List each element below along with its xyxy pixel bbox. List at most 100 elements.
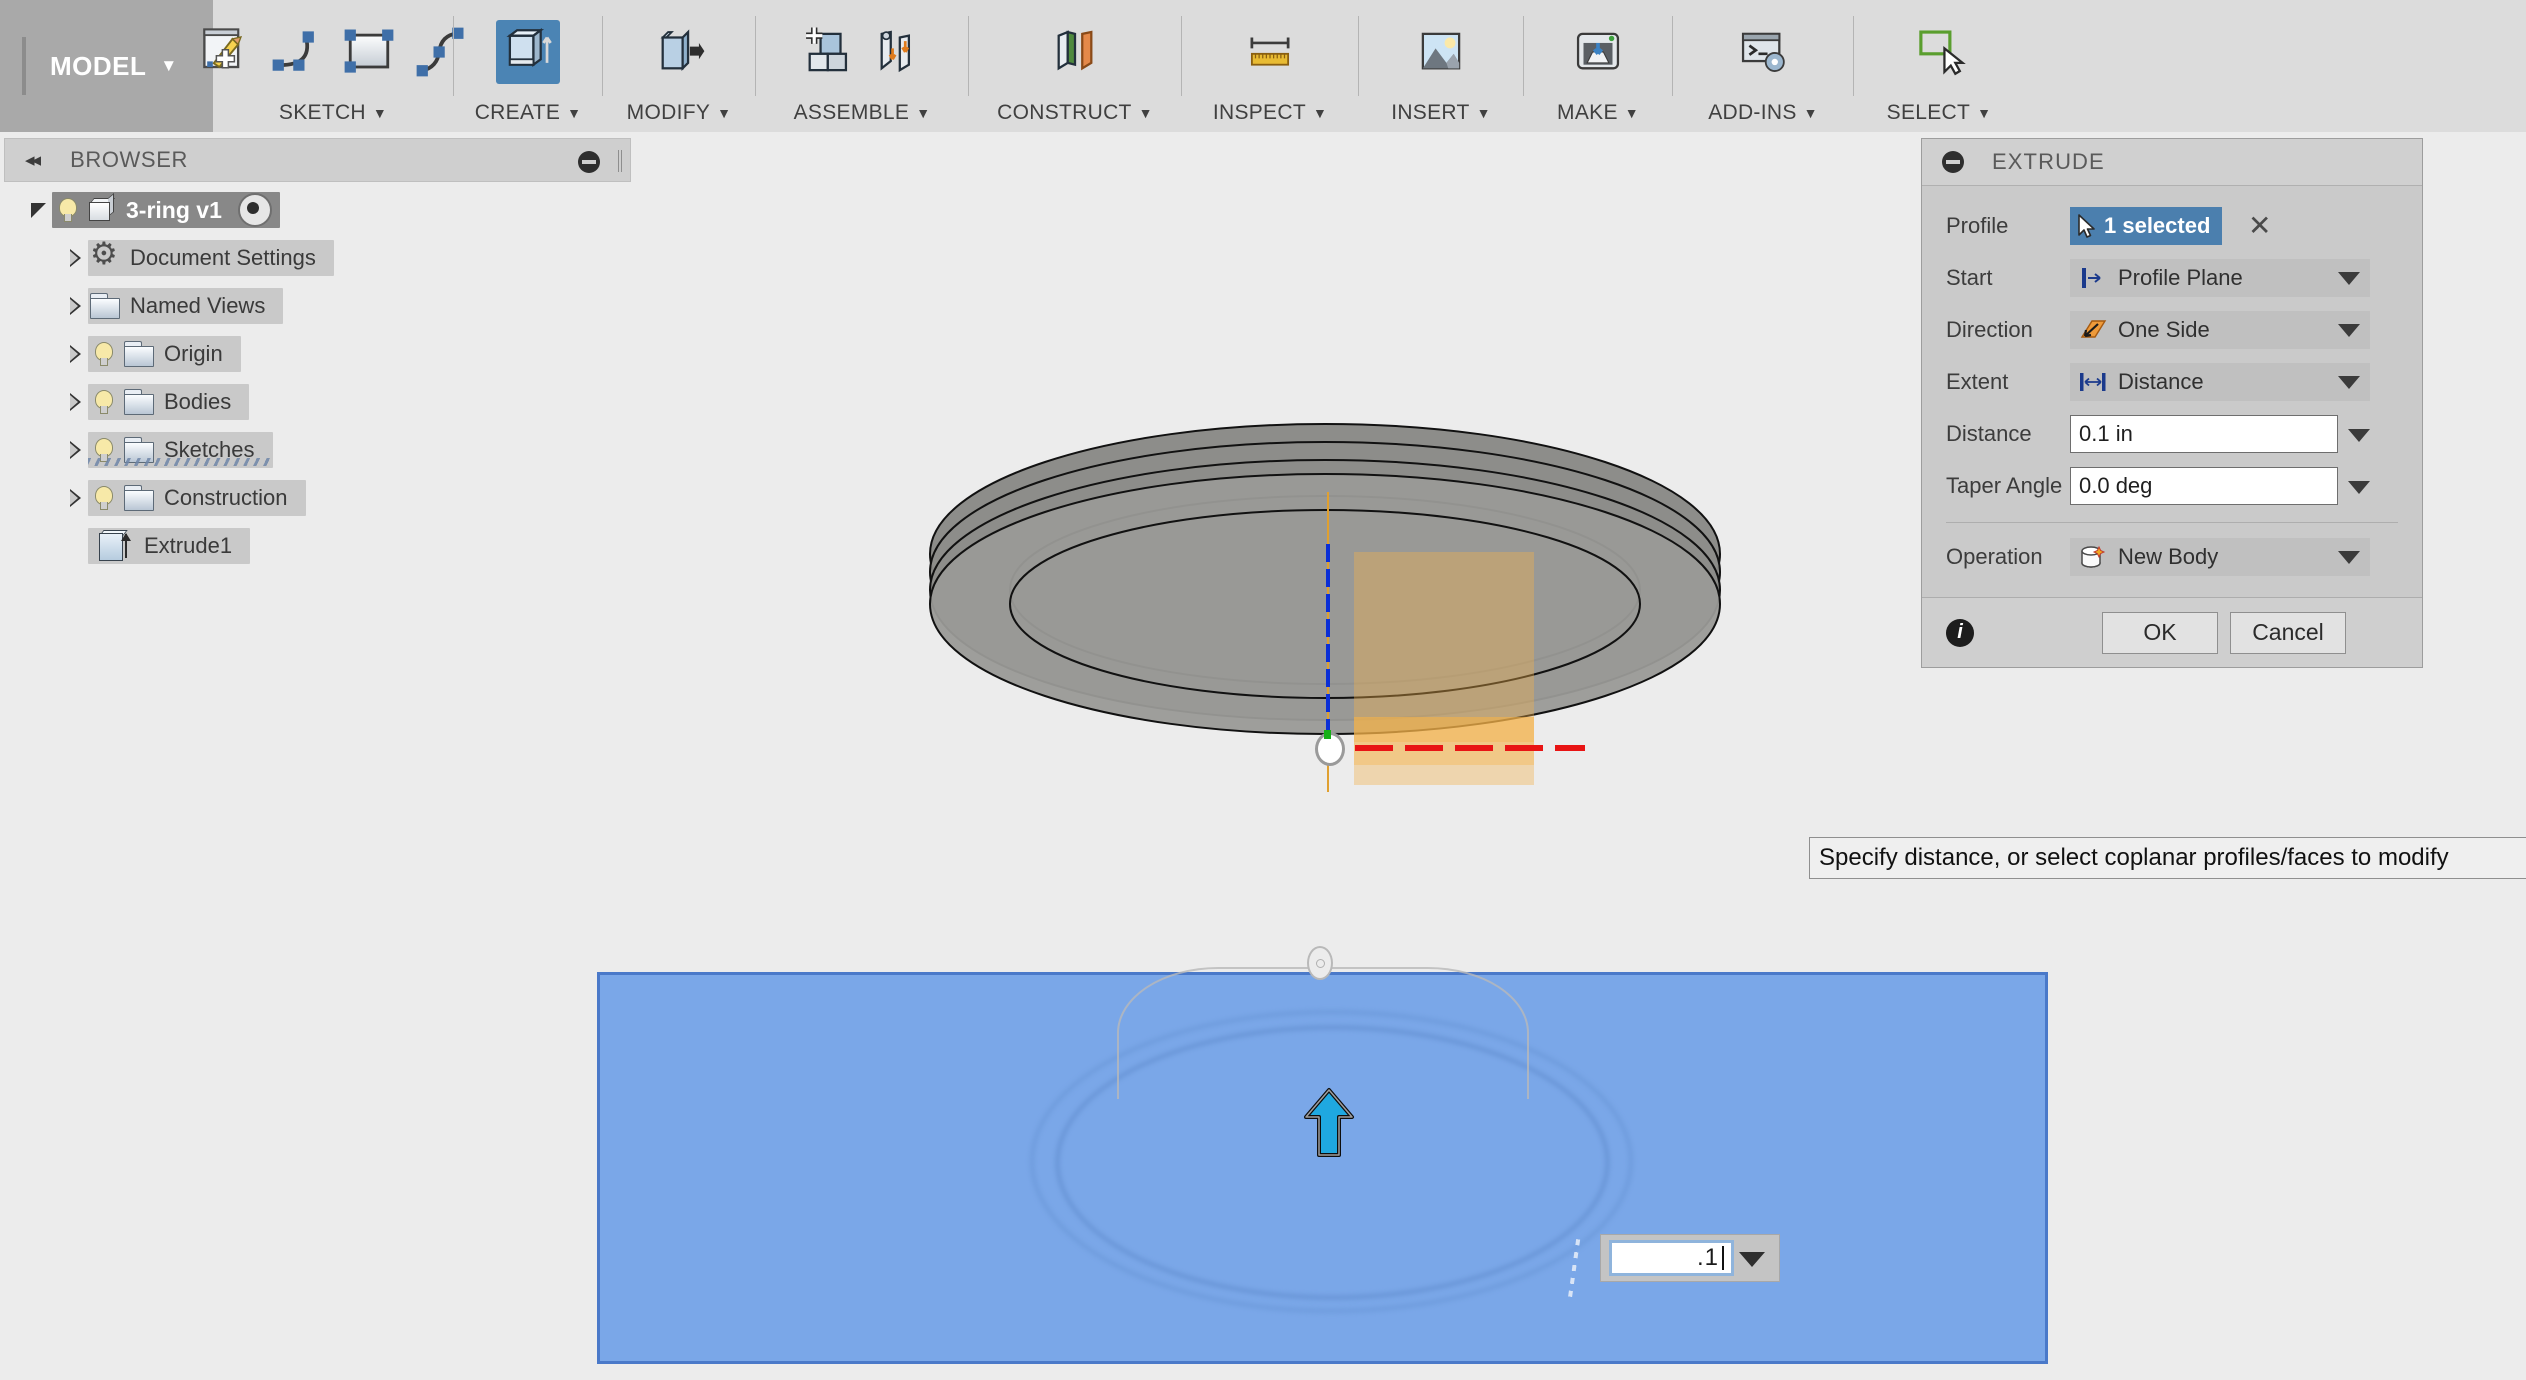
- toolbar-grip[interactable]: [22, 37, 26, 95]
- gear-icon: [88, 243, 122, 273]
- status-tooltip: Specify distance, or select coplanar pro…: [1809, 837, 2526, 879]
- create-sketch-icon[interactable]: [193, 20, 257, 84]
- chevron-down-icon[interactable]: [2348, 481, 2370, 494]
- extrude-dialog-footer: i OK Cancel: [1922, 597, 2422, 667]
- direction-dropdown[interactable]: One Side: [2070, 311, 2370, 349]
- profile-label: Profile: [1922, 213, 2070, 239]
- chevron-down-icon[interactable]: [2338, 376, 2360, 389]
- toolbar-group-label-modify[interactable]: MODIFY ▼: [627, 102, 732, 123]
- toolbar-group-label-assemble[interactable]: ASSEMBLE ▼: [794, 102, 931, 123]
- distance-value: 0.1 in: [2079, 421, 2133, 447]
- toolbar-group-label-inspect[interactable]: INSPECT ▼: [1213, 102, 1327, 123]
- taper-angle-input[interactable]: 0.0 deg: [2070, 467, 2338, 505]
- expand-arrow-icon[interactable]: [62, 485, 88, 511]
- group-label-text: ADD-INS: [1708, 102, 1796, 123]
- chevron-down-icon[interactable]: ▼: [160, 56, 177, 76]
- toolbar-group-label-create[interactable]: CREATE ▼: [475, 102, 582, 123]
- collapse-panel-icon[interactable]: ◂◂: [25, 149, 38, 172]
- extent-dropdown[interactable]: Distance: [2070, 363, 2370, 401]
- profile-selection-badge[interactable]: 1 selected: [2070, 207, 2222, 245]
- measure-icon[interactable]: [1238, 20, 1302, 84]
- tree-item-named-views[interactable]: Named Views: [0, 282, 630, 330]
- one-side-icon: [2076, 317, 2110, 343]
- minimize-icon[interactable]: [578, 151, 600, 173]
- expand-arrow-icon[interactable]: [26, 197, 52, 223]
- expand-arrow-icon[interactable]: [62, 341, 88, 367]
- chevron-down-icon[interactable]: [2338, 551, 2360, 564]
- press-pull-icon[interactable]: [647, 20, 711, 84]
- insert-mcmaster-icon[interactable]: [1409, 20, 1473, 84]
- chevron-down-icon: ▼: [1804, 106, 1818, 120]
- tree-item-construction[interactable]: Construction: [0, 474, 630, 522]
- operation-dropdown[interactable]: New Body: [2070, 538, 2370, 576]
- profile-plane-icon: [2076, 266, 2110, 290]
- scripts-addins-icon[interactable]: [1731, 20, 1795, 84]
- main-toolbar: MODEL ▼: [0, 0, 2526, 132]
- chevron-down-icon[interactable]: [2338, 324, 2360, 337]
- tree-item-origin[interactable]: Origin: [0, 330, 630, 378]
- tree-item-3-ring-v1[interactable]: 3-ring v1: [0, 186, 630, 234]
- start-dropdown[interactable]: Profile Plane: [2070, 259, 2370, 297]
- visibility-bulb-icon[interactable]: [88, 483, 118, 513]
- tree-item-bodies[interactable]: Bodies: [0, 378, 630, 426]
- tree-item-sketches[interactable]: Sketches: [0, 426, 630, 474]
- folder-icon: [122, 484, 156, 512]
- toolbar-group-label-insert[interactable]: INSERT ▼: [1391, 102, 1491, 123]
- chevron-down-icon[interactable]: [2348, 429, 2370, 442]
- chevron-down-icon: ▼: [373, 106, 387, 120]
- sketch-arc-icon[interactable]: [265, 20, 329, 84]
- minimize-icon[interactable]: [1942, 151, 1964, 173]
- visibility-bulb-icon[interactable]: [88, 387, 118, 417]
- distance-input[interactable]: 0.1 in: [2070, 415, 2338, 453]
- chevron-down-icon[interactable]: [2338, 272, 2360, 285]
- extrude-drag-arrow-icon[interactable]: [1300, 1087, 1358, 1159]
- cancel-button[interactable]: Cancel: [2230, 612, 2346, 654]
- expand-arrow-icon[interactable]: [62, 389, 88, 415]
- expand-arrow-icon[interactable]: [62, 245, 88, 271]
- sketch-hatch-indicator: [88, 458, 273, 466]
- text-caret: [1722, 1246, 1724, 1270]
- extrude-dialog-title: EXTRUDE: [1992, 149, 2105, 175]
- ok-button[interactable]: OK: [2102, 612, 2218, 654]
- extrude-dialog[interactable]: EXTRUDE Profile 1 selected ✕ Start: [1921, 138, 2423, 668]
- offset-plane-icon[interactable]: [1043, 20, 1107, 84]
- toolbar-group-label-select[interactable]: SELECT ▼: [1887, 102, 1992, 123]
- extrude-row-extent: Extent Distance: [1922, 356, 2422, 408]
- workspace-selector[interactable]: MODEL ▼: [0, 0, 213, 132]
- clear-selection-icon[interactable]: ✕: [2248, 212, 2271, 240]
- extrude-dialog-body: Profile 1 selected ✕ Start Profile Plane: [1922, 186, 2422, 583]
- toolbar-group-label-addins[interactable]: ADD-INS ▼: [1708, 102, 1818, 123]
- visibility-bulb-icon[interactable]: [88, 339, 118, 369]
- extent-value: Distance: [2118, 369, 2204, 395]
- select-icon[interactable]: [1907, 20, 1971, 84]
- expand-arrow-icon[interactable]: [62, 437, 88, 463]
- chevron-down-icon[interactable]: [1739, 1252, 1765, 1267]
- chevron-down-icon: ▼: [1977, 106, 1991, 120]
- chevron-down-icon: ▼: [1313, 106, 1327, 120]
- extrude-preview-plane[interactable]: [597, 972, 2048, 1364]
- panel-grip[interactable]: [618, 150, 622, 172]
- tree-item-label: Named Views: [130, 293, 265, 319]
- rotate-handle-icon[interactable]: [1307, 946, 1333, 980]
- as-built-joint-icon[interactable]: [866, 20, 930, 84]
- distance-value-field[interactable]: .1: [1600, 1234, 1780, 1282]
- tree-item-extrude1[interactable]: Extrude1: [0, 522, 630, 570]
- chevron-down-icon: ▼: [1477, 106, 1491, 120]
- extrude-icon[interactable]: [496, 20, 560, 84]
- expand-arrow-icon[interactable]: [62, 293, 88, 319]
- group-label-text: SKETCH: [279, 102, 366, 123]
- tree-item-document-settings[interactable]: Document Settings: [0, 234, 630, 282]
- taper-angle-label: Taper Angle: [1922, 473, 2070, 499]
- joint-icon[interactable]: [794, 20, 858, 84]
- toolbar-group-label-construct[interactable]: CONSTRUCT ▼: [997, 102, 1153, 123]
- make-3d-print-icon[interactable]: [1566, 20, 1630, 84]
- axis-x-icon: [1355, 745, 1585, 751]
- activate-radio-icon[interactable]: [238, 193, 272, 227]
- sketch-rectangle-icon[interactable]: [337, 20, 401, 84]
- info-icon[interactable]: i: [1946, 619, 1974, 647]
- group-label-text: CONSTRUCT: [997, 102, 1132, 123]
- visibility-bulb-icon[interactable]: [52, 195, 82, 225]
- toolbar-group-label-sketch[interactable]: SKETCH ▼: [279, 102, 387, 123]
- distance-value-input[interactable]: .1: [1609, 1240, 1734, 1276]
- toolbar-group-label-make[interactable]: MAKE ▼: [1557, 102, 1639, 123]
